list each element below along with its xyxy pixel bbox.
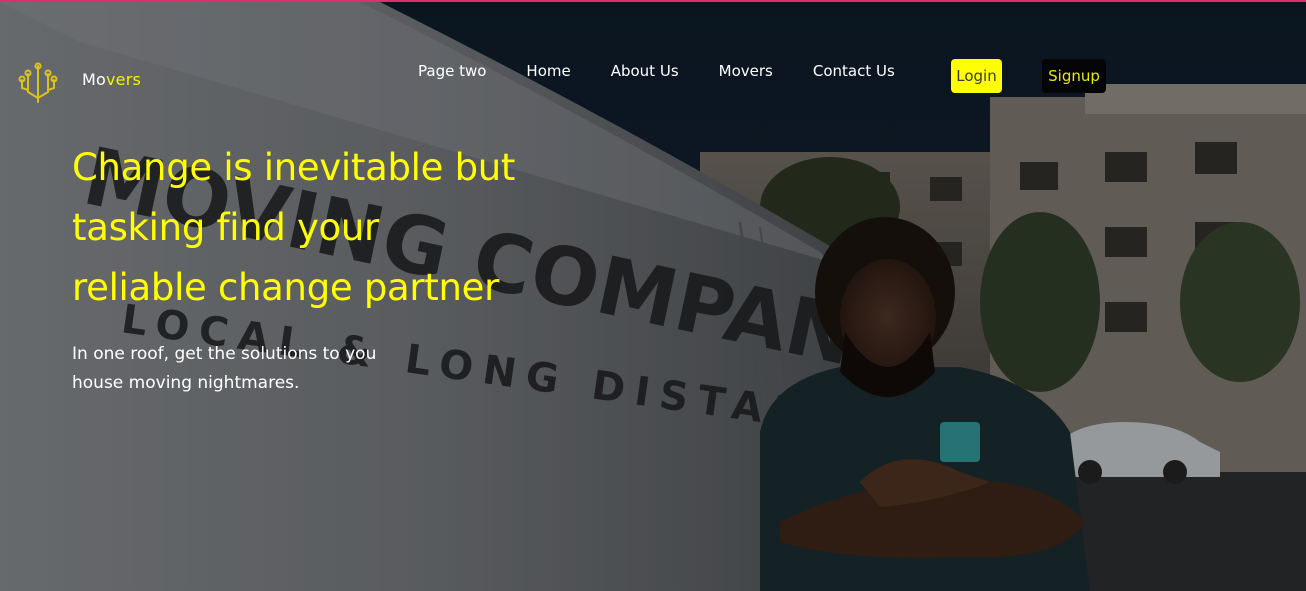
page: MOVING COMPANY LOCAL & LONG DISTANCE Mov… (0, 0, 1306, 591)
hero-headline-line: tasking find your (72, 206, 379, 249)
nav-item-movers[interactable]: Movers (719, 62, 773, 80)
hero-subtext: In one roof, get the solutions to you ho… (72, 340, 432, 398)
hero-subtext-line: In one roof, get the solutions to you (72, 344, 377, 364)
hero-headline: Change is inevitable but tasking find yo… (72, 138, 632, 318)
brand-name[interactable]: Movers (82, 70, 141, 89)
nav-item-contact-us[interactable]: Contact Us (813, 62, 895, 80)
nav-item-page-two[interactable]: Page two (418, 62, 486, 80)
hero-headline-line: Change is inevitable but (72, 146, 516, 189)
signup-button[interactable]: Signup (1042, 59, 1106, 93)
main-nav: Page two Home About Us Movers Contact Us (418, 62, 933, 80)
nav-item-about-us[interactable]: About Us (611, 62, 679, 80)
circuit-tree-icon[interactable] (18, 62, 58, 106)
hero-headline-line: reliable change partner (72, 266, 500, 309)
login-button[interactable]: Login (951, 59, 1002, 93)
nav-item-home[interactable]: Home (526, 62, 570, 80)
brand-name-part2: vers (106, 70, 142, 89)
hero-subtext-line: house moving nightmares. (72, 373, 300, 393)
hero-section: Change is inevitable but tasking find yo… (72, 138, 632, 398)
brand-name-part1: Mo (82, 70, 106, 89)
